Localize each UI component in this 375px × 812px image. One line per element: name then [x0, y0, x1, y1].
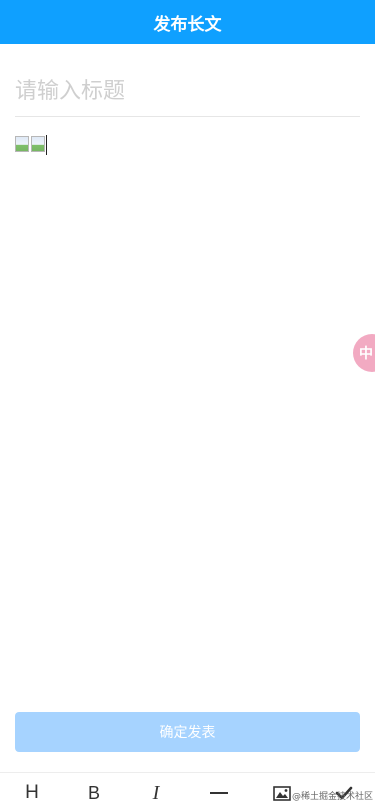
title-input[interactable] [15, 66, 360, 117]
bold-icon: B [87, 782, 100, 803]
app-header: 发布长文 [0, 0, 375, 44]
heading-icon: H [25, 782, 39, 803]
broken-image-icon [15, 136, 29, 152]
horizontal-rule-button[interactable] [199, 773, 239, 812]
editor-page: 发布长文 中 确定发表 H B I [0, 0, 375, 812]
horizontal-rule-icon [210, 792, 228, 794]
publish-button-label: 确定发表 [159, 724, 216, 740]
watermark: @稀土掘金技术社区 [292, 792, 374, 802]
page-title: 发布长文 [153, 14, 222, 35]
publish-button[interactable]: 确定发表 [15, 712, 360, 752]
text-cursor [46, 135, 47, 155]
bold-button[interactable]: B [74, 773, 114, 812]
floating-badge-label: 中 [359, 346, 373, 362]
heading-button[interactable]: H [12, 773, 52, 812]
italic-button[interactable]: I [136, 773, 176, 812]
content-editor[interactable] [15, 135, 360, 696]
broken-image-icon [31, 136, 45, 152]
italic-icon: I [152, 781, 160, 804]
image-icon [273, 785, 291, 801]
